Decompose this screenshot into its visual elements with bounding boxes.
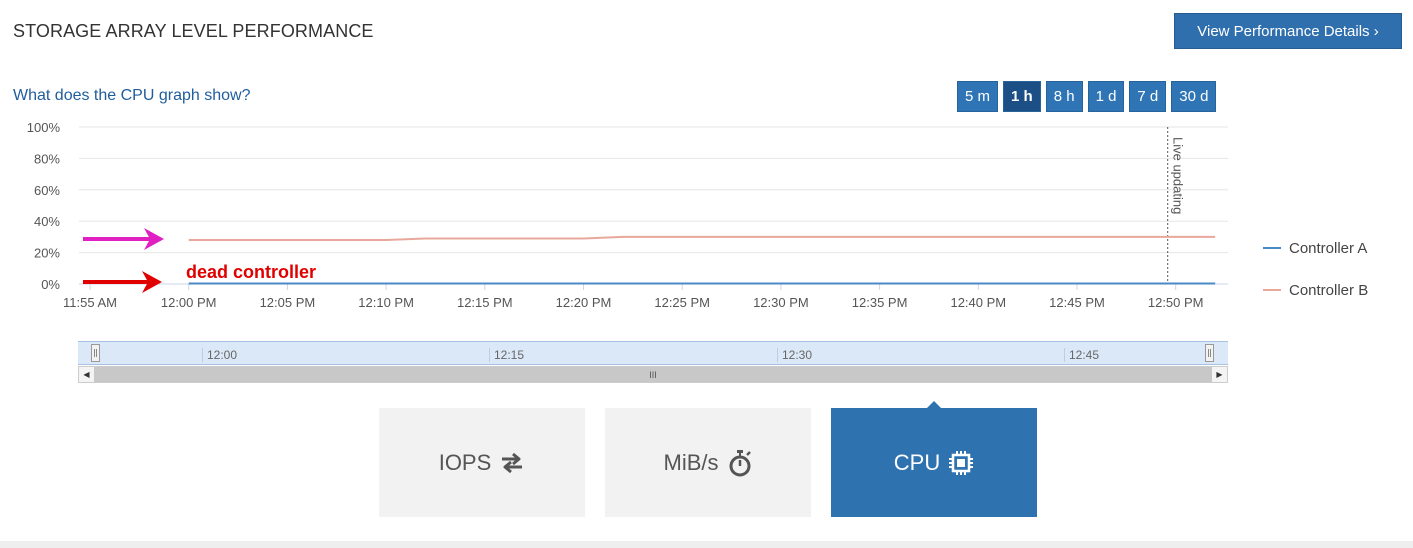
swap-arrows-icon — [502, 452, 523, 473]
x-tick-label: 12:40 PM — [950, 295, 1006, 310]
legend-label-controller-b: Controller B — [1289, 281, 1369, 299]
chart-legend: Controller A Controller B — [1263, 227, 1368, 311]
dead-controller-annotation: dead controller — [186, 262, 316, 282]
legend-item-controller-b[interactable]: Controller B — [1263, 269, 1368, 311]
x-tick-label: 12:00 PM — [161, 295, 217, 310]
y-tick-label: 60% — [34, 183, 60, 198]
navigator-tick-label: 12:00 — [202, 348, 237, 362]
time-range-selector: 5 m 1 h 8 h 1 d 7 d 30 d — [957, 81, 1217, 112]
series-line-controller-b — [188, 235, 1216, 242]
legend-swatch-controller-a — [1263, 247, 1281, 249]
x-tick-label: 12:15 PM — [457, 295, 513, 310]
legend-item-controller-a[interactable]: Controller A — [1263, 227, 1368, 269]
metric-tile-label: IOPS — [438, 449, 492, 475]
metric-tile-label: MiB/s — [663, 449, 719, 475]
scroll-left-arrow-icon[interactable]: ◀ — [79, 367, 94, 382]
y-tick-label: 80% — [34, 151, 60, 166]
x-tick-label: 12:05 PM — [260, 295, 316, 310]
navigator-tick-label: 12:45 — [1064, 348, 1099, 362]
red-arrow-icon — [83, 271, 162, 293]
metric-tile-iops[interactable]: IOPS — [379, 408, 585, 517]
range-button-8h[interactable]: 8 h — [1045, 81, 1083, 112]
x-tick-label: 12:50 PM — [1148, 295, 1204, 310]
y-tick-label: 100% — [27, 120, 61, 135]
x-tick-label: 12:30 PM — [753, 295, 809, 310]
cpu-chart: 100% 80% 60% 40% 20% 0% 11:55 AM 12:00 PM 12:05… — [27, 120, 1228, 310]
stopwatch-icon — [729, 449, 751, 476]
live-marker-label: Live updating — [1171, 137, 1186, 214]
chart-navigator[interactable]: 12:00 12:15 12:30 12:45 ◀ III ▶ — [78, 341, 1228, 383]
metric-tile-cpu[interactable]: CPU — [831, 401, 1037, 517]
navigator-tick-label: 12:15 — [489, 348, 524, 362]
scrollbar-thumb[interactable]: III — [94, 367, 1212, 382]
view-performance-details-button[interactable]: View Performance Details › — [1174, 13, 1402, 49]
range-button-1d[interactable]: 1 d — [1087, 81, 1125, 112]
scroll-right-arrow-icon[interactable]: ▶ — [1212, 367, 1227, 382]
navigator-tick-label: 12:30 — [777, 348, 812, 362]
x-tick-label: 12:20 PM — [556, 295, 612, 310]
y-tick-label: 0% — [41, 277, 60, 292]
legend-swatch-controller-b — [1263, 289, 1281, 291]
navigator-range-band[interactable]: 12:00 12:15 12:30 12:45 — [78, 341, 1228, 365]
y-tick-label: 20% — [34, 246, 60, 261]
range-button-1h[interactable]: 1 h — [1003, 81, 1041, 112]
navigator-left-handle[interactable] — [91, 344, 100, 362]
range-button-30d[interactable]: 30 d — [1171, 81, 1217, 112]
y-tick-label: 40% — [34, 214, 60, 229]
metric-tile-mibs[interactable]: MiB/s — [605, 408, 811, 517]
navigator-right-handle[interactable] — [1205, 344, 1214, 362]
magenta-arrow-icon — [83, 228, 164, 250]
navigator-scrollbar[interactable]: ◀ III ▶ — [78, 366, 1228, 383]
x-tick-label: 12:25 PM — [654, 295, 710, 310]
cpu-graph-help-link[interactable]: What does the CPU graph show? — [13, 87, 250, 105]
x-tick-label: 11:55 AM — [63, 295, 117, 310]
range-button-7d[interactable]: 7 d — [1129, 81, 1167, 112]
x-tick-label: 12:10 PM — [358, 295, 414, 310]
metric-tile-label: CPU — [893, 449, 941, 475]
legend-label-controller-a: Controller A — [1289, 239, 1368, 257]
footer-divider — [0, 541, 1413, 548]
x-tick-label: 12:35 PM — [852, 295, 908, 310]
page-title: STORAGE ARRAY LEVEL PERFORMANCE — [13, 21, 374, 41]
cpu-chip-icon — [949, 450, 974, 475]
range-button-5m[interactable]: 5 m — [957, 81, 999, 112]
x-tick-label: 12:45 PM — [1049, 295, 1105, 310]
